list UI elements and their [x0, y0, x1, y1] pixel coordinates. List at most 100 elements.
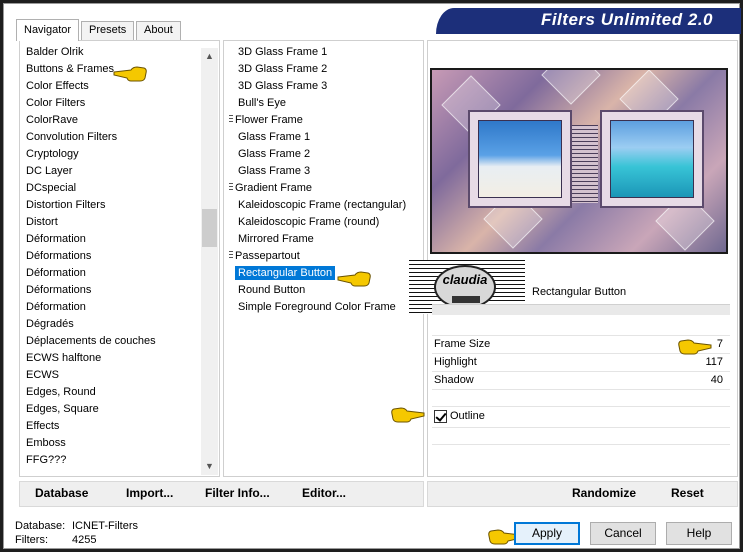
filter-item[interactable]: Kaleidoscopic Frame (rectangular)	[226, 197, 422, 214]
param-label-highlight: Highlight	[434, 356, 477, 368]
pointing-hand-icon	[337, 271, 371, 287]
category-item[interactable]: Déplacements de couches	[23, 333, 199, 350]
category-item-label: DCspecial	[26, 182, 77, 194]
category-item-label: ECWS halftone	[26, 352, 102, 364]
filter-item[interactable]: 3D Glass Frame 2	[226, 61, 422, 78]
outline-checkbox[interactable]	[434, 410, 447, 423]
category-item[interactable]: Distort	[23, 214, 199, 231]
category-list: Balder Olrik Buttons & Frames Color Effect…	[23, 44, 199, 474]
editor-button[interactable]: Editor...	[302, 486, 346, 500]
filter-item[interactable]: Gradient Frame	[226, 180, 422, 197]
category-item[interactable]: Buttons & Frames	[23, 61, 199, 78]
filter-item[interactable]: Round Button	[226, 282, 422, 299]
category-item[interactable]: Color Filters	[23, 95, 199, 112]
left-toolbar: Database Import... Filter Info... Editor…	[19, 481, 424, 507]
category-item-label: Edges, Square	[26, 403, 99, 415]
category-item[interactable]: Dégradés	[23, 316, 199, 333]
category-item[interactable]: Cryptology	[23, 146, 199, 163]
category-item[interactable]: Emboss	[23, 435, 199, 452]
category-item[interactable]: Distortion Filters	[23, 197, 199, 214]
apply-button[interactable]: Apply	[514, 522, 580, 545]
status-database-label: Database:	[15, 520, 66, 532]
filter-item-label: Mirrored Frame	[238, 233, 314, 245]
separator	[432, 444, 730, 445]
filter-item-label: 3D Glass Frame 1	[238, 46, 328, 58]
param-value-highlight[interactable]: 117	[683, 356, 723, 368]
category-item[interactable]: Déformation	[23, 299, 199, 316]
filter-item[interactable]: Mirrored Frame	[226, 231, 422, 248]
filter-item[interactable]: Bull's Eye	[226, 95, 422, 112]
cancel-button[interactable]: Cancel	[590, 522, 656, 545]
filter-item[interactable]: Flower Frame	[226, 112, 422, 129]
preview-frame-right	[600, 110, 704, 208]
filter-item[interactable]: Glass Frame 2	[226, 146, 422, 163]
category-item[interactable]: DC Layer	[23, 163, 199, 180]
filter-info-button[interactable]: Filter Info...	[205, 486, 270, 500]
category-item[interactable]: ECWS	[23, 367, 199, 384]
category-item-label: Déformation	[26, 301, 86, 313]
category-item[interactable]: Déformations	[23, 248, 199, 265]
help-button[interactable]: Help	[666, 522, 732, 545]
filter-item-label: Simple Foreground Color Frame	[238, 301, 396, 313]
category-item-label: Déformation	[26, 267, 86, 279]
filter-item[interactable]: Simple Foreground Color Frame	[226, 299, 422, 316]
filter-item-label: Rectangular Button	[235, 266, 336, 280]
category-item-label: Color Effects	[26, 80, 89, 92]
category-scrollbar[interactable]: ▲ ▼	[201, 48, 218, 475]
tab-about[interactable]: About	[136, 21, 181, 40]
outline-label: Outline	[450, 410, 485, 422]
randomize-button[interactable]: Randomize	[572, 486, 636, 500]
category-item[interactable]: Color Effects	[23, 78, 199, 95]
category-item[interactable]: FFG???	[23, 452, 199, 469]
preview-frame-left	[468, 110, 572, 208]
category-item[interactable]: Convolution Filters	[23, 129, 199, 146]
category-item-label: Déformations	[26, 250, 92, 262]
scroll-up-icon[interactable]: ▲	[204, 51, 215, 62]
filter-item[interactable]: Glass Frame 3	[226, 163, 422, 180]
category-item-label: ColorRave	[26, 114, 78, 126]
filter-name-bar	[432, 304, 730, 315]
scroll-thumb[interactable]	[202, 209, 217, 247]
tab-presets[interactable]: Presets	[81, 21, 134, 40]
filter-item[interactable]: Kaleidoscopic Frame (round)	[226, 214, 422, 231]
filter-item-label: Kaleidoscopic Frame (round)	[238, 216, 380, 228]
category-item[interactable]: Déformations	[23, 282, 199, 299]
status-filters: Filters: 4255	[15, 534, 96, 546]
pointing-hand-icon	[391, 407, 425, 423]
category-item-label: Dégradés	[26, 318, 74, 330]
category-item[interactable]: DCspecial	[23, 180, 199, 197]
category-item-label: Distort	[26, 216, 58, 228]
filter-item-label: Glass Frame 3	[238, 165, 311, 177]
reset-button[interactable]: Reset	[671, 486, 704, 500]
filter-item-label: Passepartout	[235, 250, 300, 262]
tab-navigator[interactable]: Navigator	[16, 19, 79, 41]
grip-icon	[229, 183, 233, 192]
category-item[interactable]: ECWS halftone	[23, 350, 199, 367]
category-item[interactable]: Effects	[23, 418, 199, 435]
status-database: Database: ICNET-Filters	[15, 520, 138, 532]
category-item[interactable]: Edges, Square	[23, 401, 199, 418]
import-button[interactable]: Import...	[126, 486, 173, 500]
separator	[432, 406, 730, 407]
filter-item[interactable]: Rectangular Button	[226, 265, 422, 282]
category-item[interactable]: Déformation	[23, 265, 199, 282]
category-item[interactable]: Edges, Round	[23, 384, 199, 401]
category-item[interactable]: Déformation	[23, 231, 199, 248]
filter-item-label: 3D Glass Frame 3	[238, 80, 328, 92]
filter-item[interactable]: 3D Glass Frame 1	[226, 44, 422, 61]
pointing-hand-icon	[678, 339, 712, 355]
filter-item[interactable]: Glass Frame 1	[226, 129, 422, 146]
app-title: Filters Unlimited 2.0	[540, 10, 713, 29]
scroll-down-icon[interactable]: ▼	[204, 461, 215, 472]
logo-sub-bar	[452, 296, 480, 303]
logo-text: claudia	[442, 272, 488, 287]
preview-image	[430, 68, 728, 254]
filter-item[interactable]: 3D Glass Frame 3	[226, 78, 422, 95]
status-filters-label: Filters:	[15, 534, 48, 546]
category-item[interactable]: ColorRave	[23, 112, 199, 129]
param-value-shadow[interactable]: 40	[683, 374, 723, 386]
filter-item[interactable]: Passepartout	[226, 248, 422, 265]
category-item[interactable]: Balder Olrik	[23, 44, 199, 61]
separator	[432, 389, 730, 390]
database-button[interactable]: Database	[35, 486, 88, 500]
